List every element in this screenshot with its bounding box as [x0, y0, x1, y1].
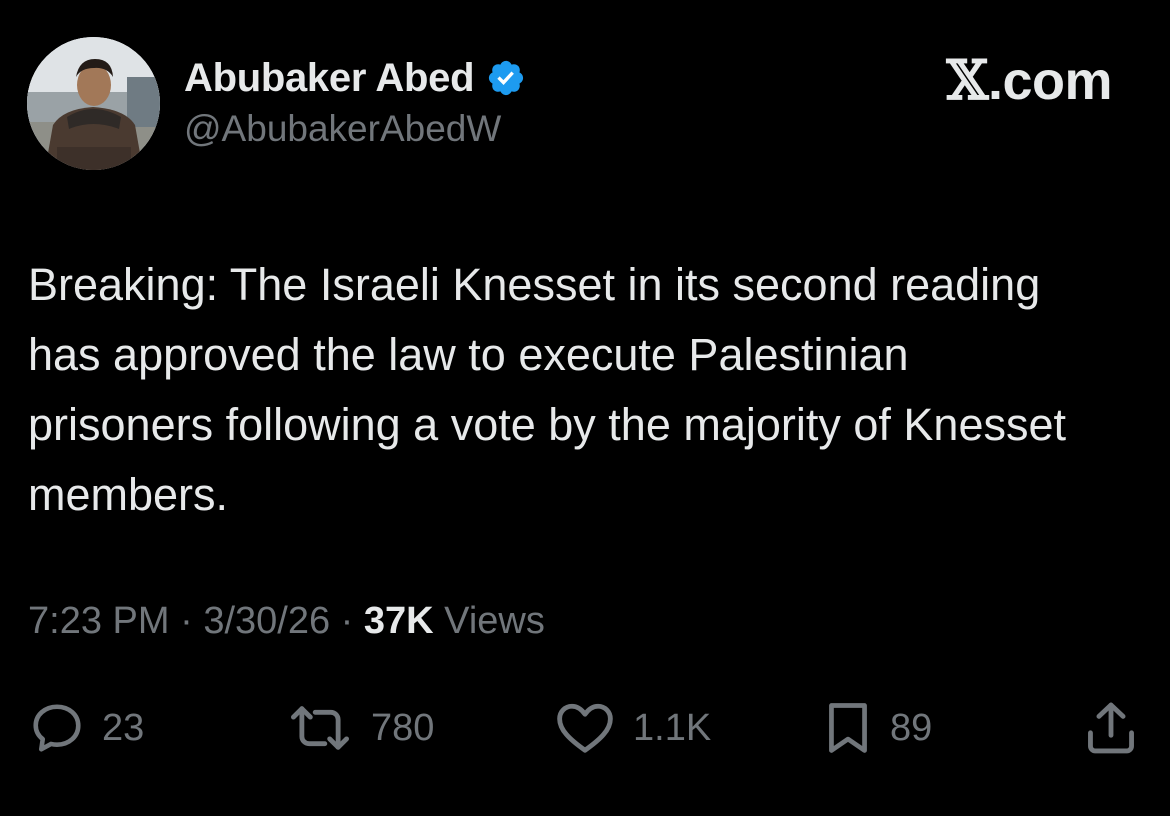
- reply-button[interactable]: 23: [28, 690, 144, 766]
- verified-badge-icon: [486, 58, 526, 98]
- heart-icon: [557, 703, 613, 753]
- bookmark-count: 89: [890, 706, 933, 749]
- x-logo-icon: 𝕏: [946, 48, 989, 112]
- share-icon: [1088, 702, 1134, 754]
- tweet-time[interactable]: 7:23 PM: [28, 600, 170, 642]
- reply-count: 23: [102, 706, 145, 749]
- repost-icon: [291, 706, 350, 750]
- views-label: Views: [444, 600, 545, 642]
- repost-button[interactable]: 780: [285, 690, 434, 766]
- avatar-photo: [27, 37, 160, 170]
- share-button[interactable]: [1082, 690, 1140, 766]
- source-brand: 𝕏.com: [946, 48, 1113, 112]
- author-handle[interactable]: @AbubakerAbedW: [184, 108, 501, 150]
- repost-count: 780: [371, 706, 435, 749]
- views-count: 37K: [363, 600, 434, 642]
- tweet-date[interactable]: 3/30/26: [203, 600, 330, 642]
- author-name-row[interactable]: Abubaker Abed: [184, 52, 526, 104]
- tweet-text: Breaking: The Israeli Knesset in its sec…: [28, 259, 1067, 520]
- bookmark-icon: [829, 703, 867, 753]
- reply-icon: [33, 704, 81, 752]
- meta-separator: ·: [340, 600, 354, 642]
- author-display-name[interactable]: Abubaker Abed: [184, 56, 475, 101]
- meta-separator: ·: [180, 600, 193, 642]
- like-count: 1.1K: [633, 706, 712, 749]
- tweet-meta: 7:23 PM · 3/30/26 · 37K Views: [28, 600, 545, 643]
- avatar[interactable]: [27, 37, 160, 170]
- bookmark-button[interactable]: 89: [822, 690, 932, 766]
- action-bar: 23 780 1.1K 89: [0, 690, 1170, 766]
- like-button[interactable]: 1.1K: [553, 690, 711, 766]
- brand-domain: .com: [987, 51, 1113, 111]
